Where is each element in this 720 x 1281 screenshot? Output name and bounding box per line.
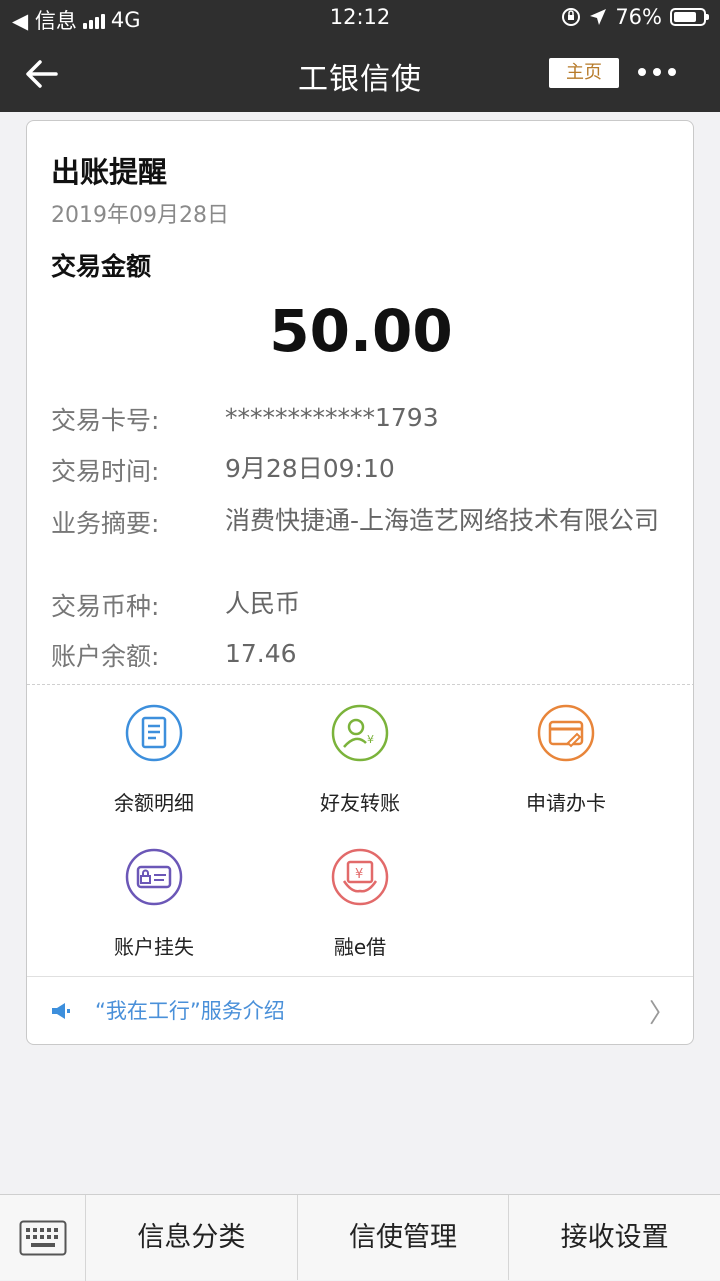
detail-value: 9月28日09:10 — [225, 454, 395, 483]
battery-percent: 76% — [615, 5, 662, 29]
service-friend-transfer[interactable]: ¥ 好友转账 — [260, 703, 460, 816]
service-label: 好友转账 — [320, 791, 400, 815]
detail-key: 账户余额: — [51, 642, 160, 671]
top-bar: ◀ 信息 4G 12:12 76% 工银信使 主页 — [0, 0, 720, 112]
detail-value: 17.46 — [225, 639, 297, 668]
service-intro-text: “我在工行”服务介绍 — [95, 999, 285, 1023]
service-balance-detail[interactable]: 余额明细 — [54, 703, 254, 816]
divider — [27, 976, 693, 977]
amount-value: 50.00 — [269, 297, 453, 365]
keyboard-icon — [19, 1220, 67, 1256]
tab-messenger-management[interactable]: 信使管理 — [298, 1195, 510, 1280]
detail-value: 消费快捷通-上海造艺网络技术有限公司 — [225, 506, 660, 535]
service-label: 账户挂失 — [114, 935, 194, 959]
tab-message-categories[interactable]: 信息分类 — [86, 1195, 298, 1280]
bottom-tab-bar: 信息分类 信使管理 接收设置 — [0, 1194, 720, 1281]
loan-icon: ¥ — [331, 848, 389, 906]
card-title: 出账提醒 — [51, 155, 168, 189]
megaphone-icon — [52, 1003, 70, 1019]
amount-label: 交易金额 — [51, 252, 152, 281]
dashed-divider — [27, 684, 693, 685]
keyboard-toggle[interactable] — [0, 1195, 86, 1281]
service-label: 融e借 — [333, 935, 387, 959]
service-label: 余额明细 — [114, 791, 194, 815]
bill-reminder-card: 出账提醒 2019年09月28日 交易金额 50.00 交易卡号: ******… — [26, 120, 694, 1045]
more-options-icon[interactable] — [638, 62, 678, 82]
service-loan[interactable]: ¥ 融e借 — [260, 847, 460, 960]
detail-key: 交易币种: — [51, 592, 160, 621]
status-right: 76% — [561, 5, 709, 29]
tab-receive-settings[interactable]: 接收设置 — [509, 1195, 720, 1280]
location-icon — [590, 9, 607, 25]
service-report-loss[interactable]: 账户挂失 — [54, 847, 254, 960]
detail-value: 人民币 — [225, 589, 301, 618]
orientation-lock-icon — [562, 8, 581, 26]
detail-value: ************1793 — [225, 403, 439, 432]
svg-text:¥: ¥ — [367, 733, 374, 746]
card-date: 2019年09月28日 — [51, 203, 229, 228]
svg-text:¥: ¥ — [355, 867, 363, 882]
battery-icon — [670, 8, 709, 26]
status-bar: ◀ 信息 4G 12:12 76% — [0, 0, 720, 36]
service-intro-link[interactable]: “我在工行”服务介绍 〉 — [49, 993, 675, 1033]
service-label: 申请办卡 — [526, 791, 606, 815]
credit-card-icon — [537, 704, 595, 762]
lock-card-icon — [125, 848, 183, 906]
detail-key: 交易时间: — [51, 457, 160, 486]
transfer-user-icon: ¥ — [331, 704, 389, 762]
chevron-right-icon: 〉 — [648, 999, 675, 1029]
nav-bar: 工银信使 主页 — [0, 36, 720, 112]
home-button[interactable]: 主页 — [549, 58, 619, 88]
detail-key: 业务摘要: — [51, 509, 160, 538]
document-icon — [125, 704, 183, 762]
detail-key: 交易卡号: — [51, 406, 160, 435]
service-apply-card[interactable]: 申请办卡 — [466, 703, 666, 816]
